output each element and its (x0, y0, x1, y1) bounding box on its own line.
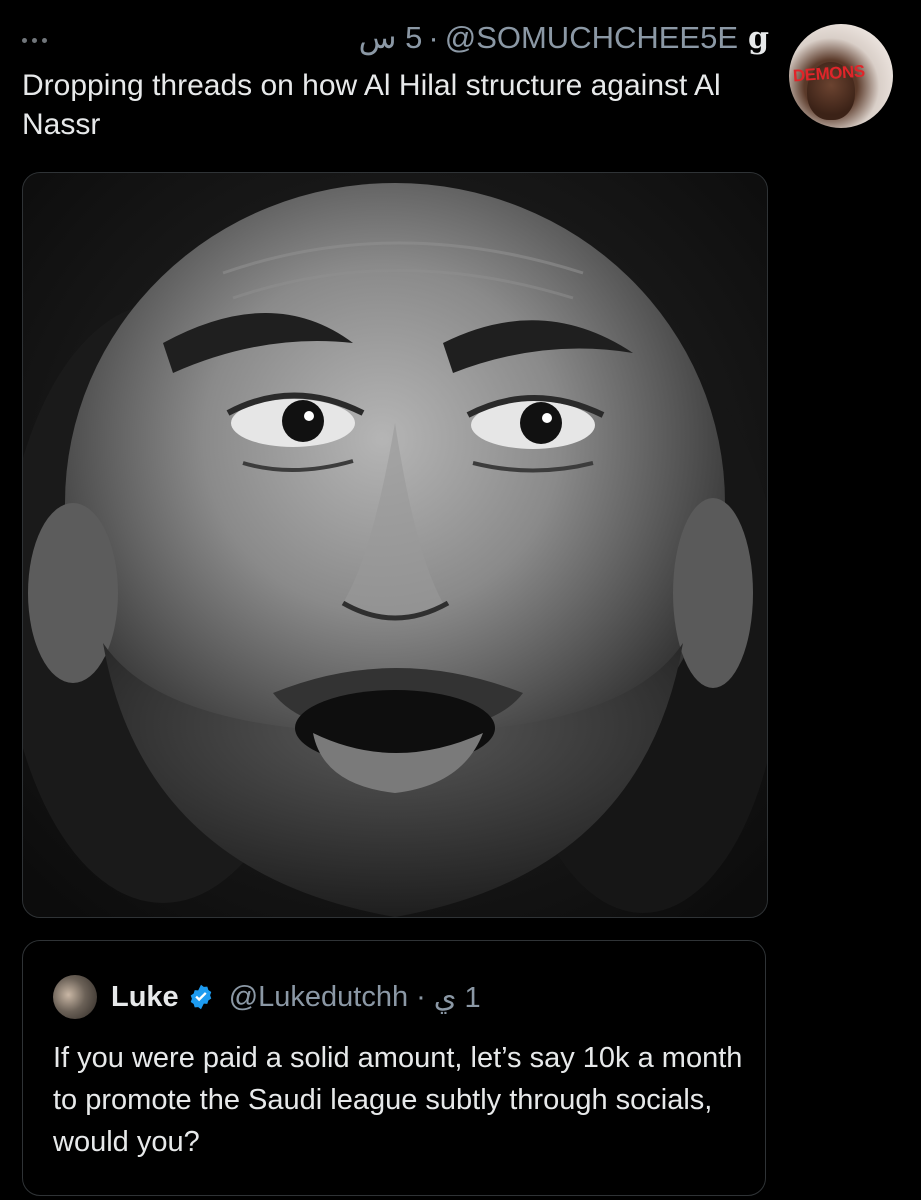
quoted-tweet-header: Luke @Lukedutchh · 1 ي (53, 975, 481, 1019)
quoted-author-handle[interactable]: @Lukedutchh (229, 981, 408, 1014)
author-handle[interactable]: @SOMUCHCHEE5E (445, 20, 738, 56)
verified-badge-icon (190, 984, 211, 1010)
photo-portrait-icon (23, 173, 767, 917)
tweet[interactable]: 5 س · @SOMUCHCHEE5E g DEMONS Dropping th… (0, 0, 921, 1200)
quoted-timestamp[interactable]: 1 ي (434, 980, 481, 1015)
more-dots-icon[interactable] (22, 34, 62, 46)
tweet-timestamp[interactable]: 5 س (359, 20, 423, 56)
quoted-tweet[interactable]: Luke @Lukedutchh · 1 ي If you were paid … (22, 940, 766, 1196)
quoted-meta-separator: · (416, 980, 426, 1013)
tweet-text: Dropping threads on how Al Hilal structu… (22, 69, 721, 141)
user-avatar-icon[interactable] (53, 975, 97, 1019)
tweet-photo[interactable] (22, 172, 768, 918)
avatar-label: DEMONS (792, 61, 866, 86)
author-display-name[interactable]: g (748, 21, 769, 56)
tweet-meta: 5 س · @SOMUCHCHEE5E g (359, 20, 769, 56)
quoted-author-name[interactable]: Luke (111, 981, 179, 1014)
meta-separator: · (428, 20, 439, 55)
quoted-tweet-text: If you were paid a solid amount, let’s s… (53, 1042, 743, 1158)
author-avatar[interactable]: DEMONS (789, 24, 893, 128)
